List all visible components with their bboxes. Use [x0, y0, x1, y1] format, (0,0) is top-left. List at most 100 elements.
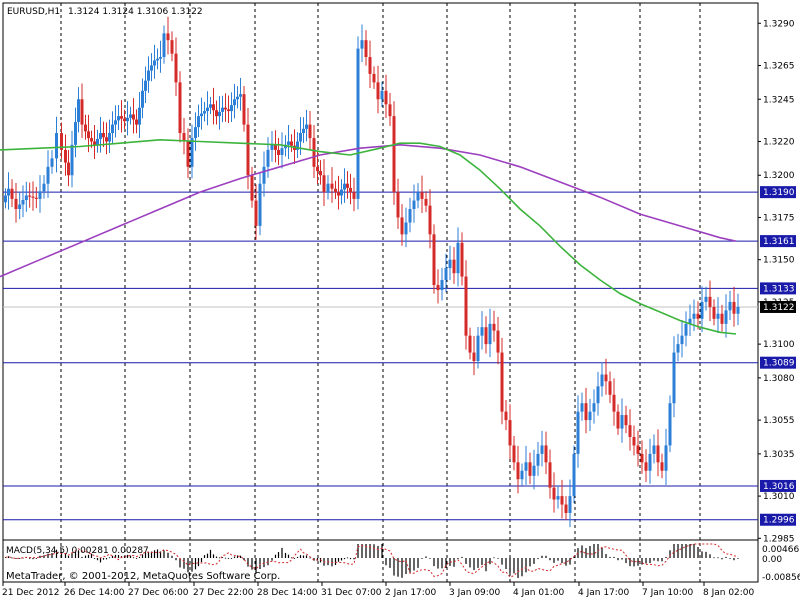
candle-bull — [117, 116, 120, 121]
macd-bar — [343, 558, 346, 560]
macd-bar — [397, 558, 399, 577]
x-tick-label: 21 Dec 2012 — [2, 588, 60, 598]
candle-bear — [80, 99, 84, 125]
candle-bull — [258, 183, 262, 226]
macd-bar — [290, 557, 293, 559]
y-tick-label: 1.3220 — [763, 137, 795, 147]
candle-bear — [170, 40, 174, 54]
macd-bar — [601, 547, 603, 558]
candle-bull — [448, 259, 452, 269]
candle-bull — [568, 496, 572, 513]
macd-bar — [175, 558, 177, 561]
candle-bull — [209, 104, 212, 108]
candle-bear — [105, 137, 108, 142]
candle-bull — [70, 144, 74, 176]
macd-bar — [613, 556, 615, 558]
candle-bull — [55, 133, 58, 159]
x-tick-label: 27 Dec 06:00 — [128, 588, 189, 598]
candle-bear — [424, 198, 428, 206]
candle-bear — [712, 306, 716, 319]
candle-bull — [270, 144, 274, 150]
macd-bar — [29, 558, 31, 559]
macd-bar — [689, 544, 691, 558]
macd-bar — [302, 555, 305, 558]
candle-bull — [129, 114, 132, 118]
macd-bar — [247, 558, 249, 567]
candle-bear — [364, 40, 368, 58]
macd-bar — [693, 544, 695, 558]
candle-bull — [46, 166, 50, 184]
chart-symbol: EURUSD,H1 — [7, 7, 60, 17]
macd-bar — [473, 558, 475, 571]
candle-bull — [141, 90, 144, 108]
candle-bull — [218, 111, 221, 117]
candle-bull — [556, 496, 560, 500]
candle-bull — [692, 313, 696, 319]
macd-bar — [421, 558, 423, 559]
candle-bull — [704, 296, 708, 302]
macd-bar — [215, 556, 218, 558]
candle-bear — [628, 425, 632, 437]
macd-bar — [153, 550, 156, 558]
candle-bear — [14, 198, 18, 210]
macd-bar — [729, 558, 731, 559]
candle-bull — [716, 313, 720, 319]
candle-bull — [664, 445, 668, 471]
macd-bar — [183, 558, 185, 569]
macd-bar — [721, 558, 723, 560]
candle-bear — [528, 462, 532, 476]
macd-bar — [353, 558, 355, 560]
candle-bull — [138, 107, 141, 125]
candle-bear — [512, 445, 516, 463]
candle-bear — [186, 141, 190, 167]
candle-bear — [384, 90, 388, 105]
macd-bar — [529, 558, 531, 567]
macd-bar — [433, 558, 435, 567]
candle-bull — [596, 386, 600, 404]
candle-bear — [472, 352, 476, 361]
macd-bar — [685, 544, 687, 558]
macd-bar — [541, 555, 543, 558]
candle-bull — [488, 323, 492, 345]
candle-bear — [28, 195, 32, 197]
candle-bull — [728, 301, 732, 311]
candle-bull — [520, 470, 524, 480]
macd-bar — [501, 558, 503, 565]
candle-bear — [242, 94, 246, 125]
candle-bear — [504, 411, 508, 421]
macd-bar — [593, 544, 595, 558]
macd-bar — [645, 558, 647, 564]
x-tick-label: 27 Dec 22:00 — [193, 588, 254, 598]
macd-bar — [227, 558, 230, 559]
macd-bar — [135, 558, 138, 559]
macd-bar — [493, 557, 495, 559]
candle-bear — [636, 445, 640, 454]
macd-bar — [401, 558, 403, 578]
y-tick-label: 1.3200 — [763, 171, 795, 181]
candle-bull — [111, 124, 114, 134]
candle-bear — [400, 217, 404, 235]
candle-bull — [147, 70, 150, 81]
macd-bar — [212, 554, 215, 558]
candle-bull — [7, 188, 10, 196]
candle-bull — [572, 453, 576, 497]
candle-bear — [604, 374, 608, 382]
candle-bull — [380, 90, 384, 100]
macd-bar — [513, 558, 515, 574]
candle-bear — [696, 313, 700, 319]
candle-bear — [500, 352, 504, 412]
price-chart[interactable]: 1.3290 1.3265 1.3245 1.3220 1.3200 1.3175 1.31… — [0, 0, 800, 600]
candle-bull — [648, 453, 652, 471]
candle-bull — [724, 310, 728, 324]
macd-bar — [673, 544, 675, 558]
macd-bar — [497, 558, 499, 559]
macd-bar — [429, 558, 431, 559]
candle-bull — [150, 65, 153, 71]
candle-bull — [162, 33, 166, 58]
candle-bull — [197, 116, 200, 128]
macd-bar — [537, 558, 539, 560]
macd-bar — [461, 556, 463, 558]
macd-bar — [633, 558, 635, 567]
candle-bear — [396, 192, 400, 218]
candle-bull — [159, 57, 162, 59]
